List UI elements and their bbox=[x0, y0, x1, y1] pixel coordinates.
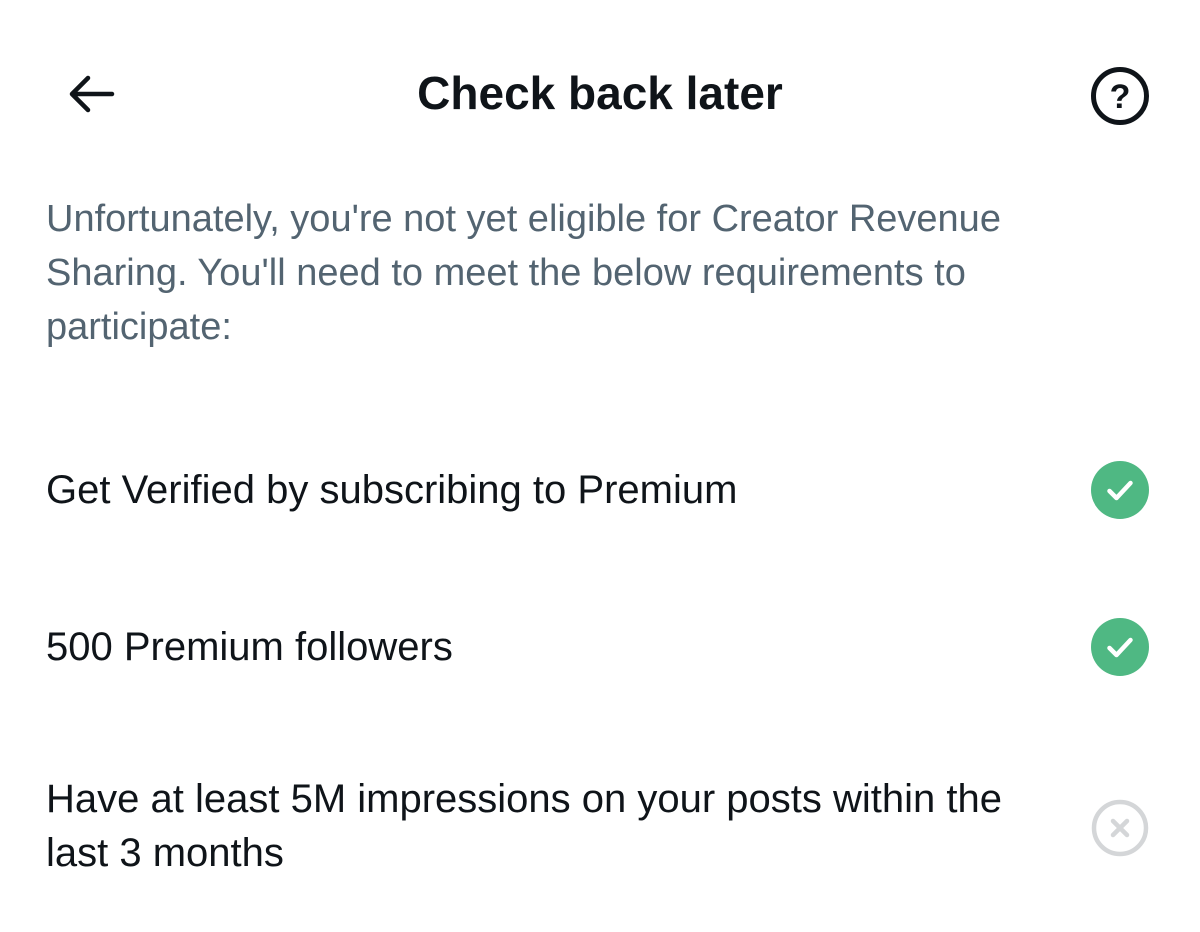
question-circle-icon: ? bbox=[1091, 67, 1149, 125]
header-bar: Check back later ? bbox=[0, 0, 1200, 185]
requirement-label: Get Verified by subscribing to Premium bbox=[46, 468, 738, 512]
check-circle-icon bbox=[1091, 461, 1149, 519]
check-circle-icon bbox=[1091, 618, 1149, 676]
svg-text:?: ? bbox=[1110, 78, 1131, 116]
page-title: Check back later bbox=[417, 67, 783, 119]
x-circle-icon bbox=[1091, 799, 1149, 857]
requirement-label: Have at least 5M impressions on your pos… bbox=[46, 777, 1002, 875]
requirement-label: 500 Premium followers bbox=[46, 625, 453, 669]
eligibility-description: Unfortunately, you're not yet eligible f… bbox=[46, 198, 1001, 348]
help-button[interactable]: ? bbox=[1090, 66, 1150, 126]
